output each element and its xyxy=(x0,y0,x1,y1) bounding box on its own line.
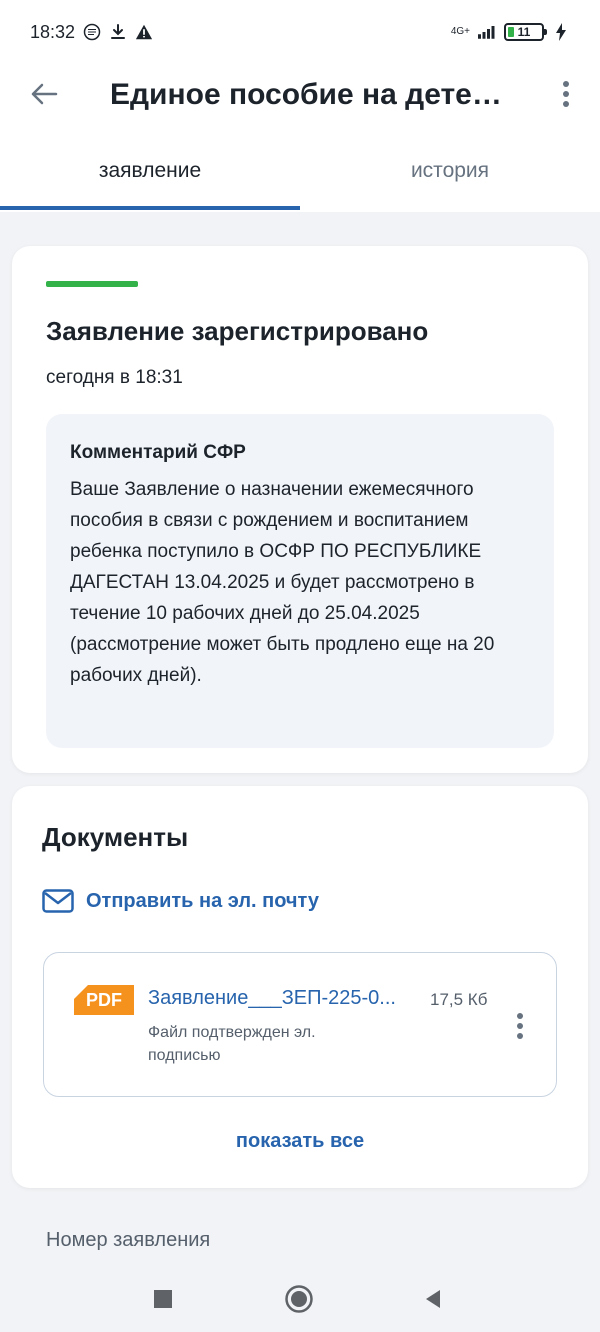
file-signature-note: Файл подтвержден эл. подписью xyxy=(148,1024,316,1064)
file-size: 17,5 Кб xyxy=(430,990,488,1009)
pdf-badge: PDF xyxy=(74,985,134,1015)
app-header: Единое пособие на детей... xyxy=(0,64,600,130)
tab-application[interactable]: заявление xyxy=(0,130,300,212)
warning-icon xyxy=(135,23,153,41)
notification-icon xyxy=(83,23,101,41)
page-title: Единое пособие на детей... xyxy=(110,78,510,111)
battery-level: 11 xyxy=(517,25,531,39)
square-icon xyxy=(154,1290,172,1308)
network-label: 4G+ xyxy=(450,26,470,37)
file-item[interactable]: PDF Заявление___ЗЕП-225-0... 17,5 Кб Фай… xyxy=(43,952,557,1097)
arrow-left-icon xyxy=(31,83,58,105)
file-options-button[interactable] xyxy=(510,1009,530,1043)
home-circle-icon xyxy=(285,1285,313,1313)
send-email-label: Отправить на эл. почту xyxy=(86,889,319,912)
download-icon xyxy=(109,23,127,41)
envelope-icon xyxy=(42,889,74,913)
comment-box: Комментарий СФР Ваше Заявление о назначе… xyxy=(46,414,554,748)
show-all-button[interactable]: показать все xyxy=(12,1130,588,1153)
send-email-link[interactable]: Отправить на эл. почту xyxy=(42,889,319,913)
status-time: 18:32 xyxy=(30,21,76,42)
more-vertical-icon xyxy=(517,1013,523,1039)
status-bar: 18:32 4G+ 11 xyxy=(0,0,600,64)
triangle-back-icon xyxy=(426,1290,440,1308)
comment-text: Ваше Заявление о назначении ежемесячного… xyxy=(70,479,495,686)
charging-icon xyxy=(552,23,570,41)
status-left: 18:32 xyxy=(30,22,153,43)
battery-icon: 11 xyxy=(504,23,547,41)
application-number-label: Номер заявления xyxy=(46,1229,211,1251)
file-name-link[interactable]: Заявление___ЗЕП-225-0... xyxy=(148,987,418,1010)
back-button[interactable] xyxy=(28,78,60,110)
more-options-button[interactable] xyxy=(552,78,580,110)
status-indicator-line xyxy=(46,281,138,287)
more-vertical-icon xyxy=(563,81,569,107)
documents-title: Документы xyxy=(42,822,189,852)
documents-card: Документы Отправить на эл. почту PDF Зая… xyxy=(12,786,588,1188)
tab-history[interactable]: история xyxy=(300,130,600,212)
tab-bar: заявление история xyxy=(0,130,600,212)
system-nav-bar xyxy=(0,1262,600,1332)
status-title: Заявление зарегистрировано xyxy=(46,316,429,346)
status-time: сегодня в 18:31 xyxy=(46,367,183,388)
signal-icon xyxy=(478,23,496,41)
back-nav-button[interactable] xyxy=(416,1282,450,1316)
home-button[interactable] xyxy=(282,1282,316,1316)
status-card: Заявление зарегистрировано сегодня в 18:… xyxy=(12,246,588,773)
comment-title: Комментарий СФР xyxy=(70,442,246,463)
status-right: 4G+ 11 xyxy=(451,23,570,41)
recent-apps-button[interactable] xyxy=(146,1282,180,1316)
